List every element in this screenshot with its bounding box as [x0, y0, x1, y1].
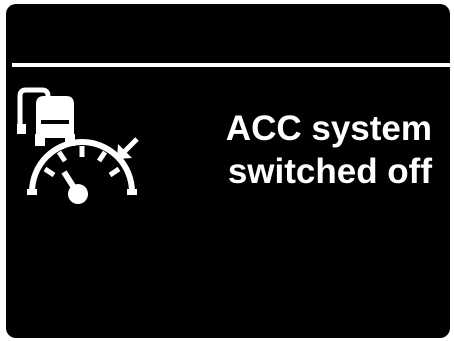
instrument-cluster-display: ACC system switched off [6, 4, 450, 338]
header-divider [12, 63, 450, 67]
acc-distance-speedometer-icon [17, 87, 139, 204]
status-message-line-1: ACC system [225, 109, 432, 148]
status-message-line-2: switched off [227, 152, 432, 191]
status-message: ACC system switched off [172, 107, 432, 193]
set-speed-arrow-icon [117, 137, 139, 159]
vehicle-ahead-icon [17, 87, 75, 146]
